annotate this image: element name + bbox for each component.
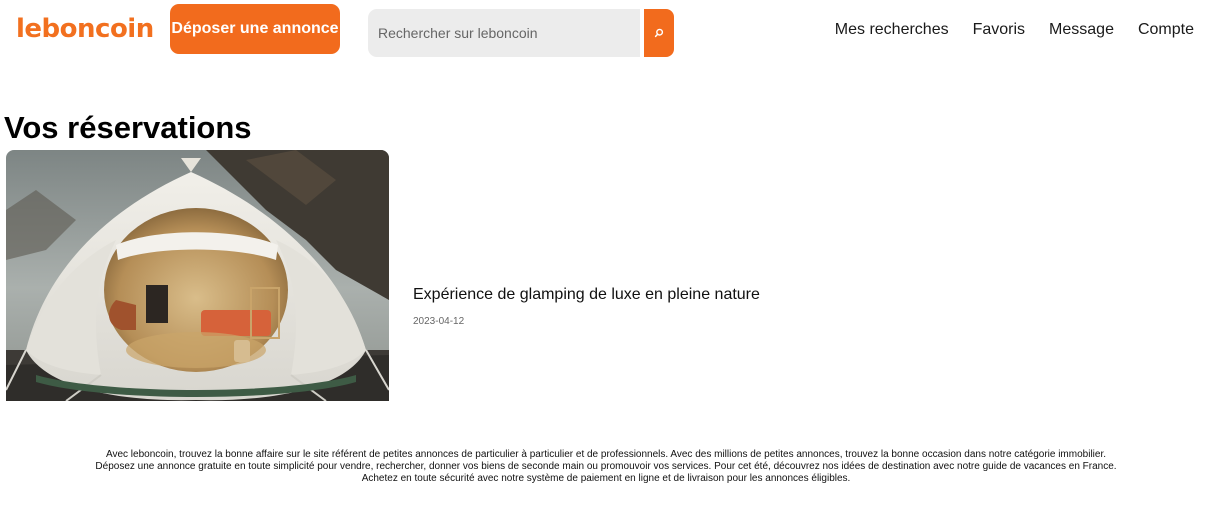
- reservation-image[interactable]: [6, 150, 389, 401]
- nav-messages[interactable]: Message: [1049, 21, 1114, 39]
- footer: Avec leboncoin, trouvez la bonne affaire…: [0, 449, 1212, 485]
- search-button[interactable]: [644, 9, 674, 57]
- glamping-tent-photo: [6, 150, 389, 401]
- footer-text-line: Déposez une annonce gratuite en toute si…: [95, 461, 1117, 472]
- main-nav: Mes recherches Favoris Message Compte: [835, 21, 1194, 39]
- reservation-date: 2023-04-12: [413, 316, 465, 327]
- page-title: Vos réservations: [4, 110, 252, 145]
- search-input[interactable]: [368, 9, 640, 57]
- footer-text-line: Avec leboncoin, trouvez la bonne affaire…: [105, 449, 1107, 460]
- post-ad-button[interactable]: Déposer une annonce: [170, 4, 340, 54]
- nav-my-searches[interactable]: Mes recherches: [835, 21, 949, 39]
- logo[interactable]: leboncoin: [16, 14, 154, 44]
- search-icon: [654, 28, 664, 38]
- top-bar: leboncoin Déposer une annonce Mes recher…: [0, 0, 1212, 64]
- footer-text-line: Achetez en toute sécurité avec notre sys…: [361, 473, 851, 484]
- reservation-card[interactable]: Expérience de glamping de luxe en pleine…: [6, 150, 806, 401]
- nav-favorites[interactable]: Favoris: [973, 21, 1025, 39]
- search-bar: [368, 9, 674, 57]
- reservation-title[interactable]: Expérience de glamping de luxe en pleine…: [413, 286, 760, 304]
- nav-account[interactable]: Compte: [1138, 21, 1194, 39]
